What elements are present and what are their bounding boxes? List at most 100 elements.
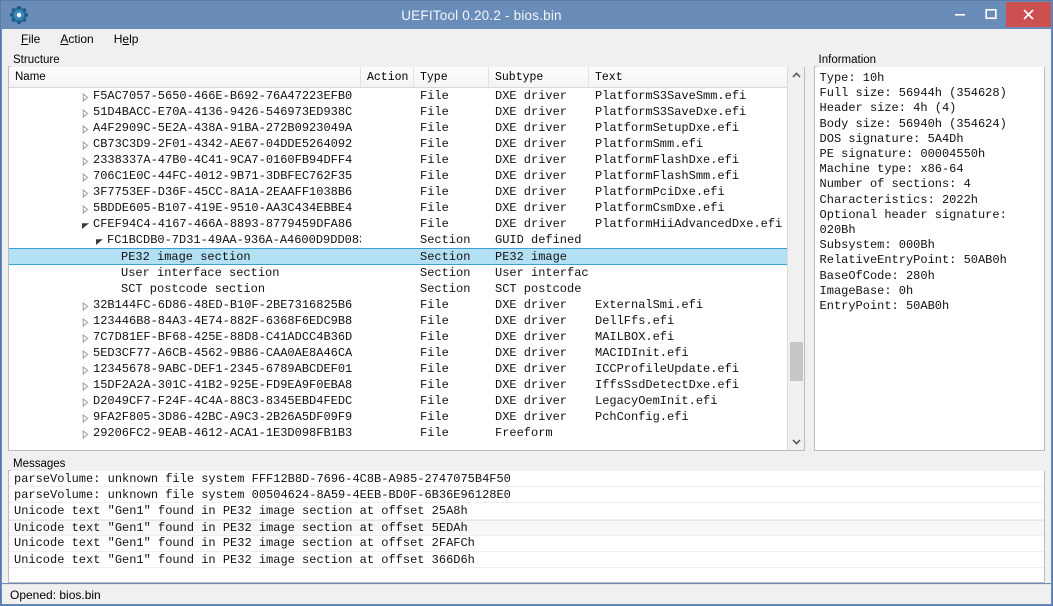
expand-toggle[interactable] <box>81 349 90 360</box>
table-row[interactable]: 29206FC2-9EAB-4612-ACA1-1E3D098FB1B3 File… <box>9 425 804 441</box>
tree-item-text: ICCProfileUpdate.efi <box>595 362 740 376</box>
tree-item-subtype: DXE driver <box>495 105 568 119</box>
tree-item-subtype: DXE driver <box>495 137 568 151</box>
chevron-down-icon <box>791 439 801 445</box>
table-row[interactable]: FC1BCDB0-7D31-49AA-936A-A4600D9DD083 Sect… <box>9 232 804 248</box>
expand-toggle[interactable] <box>81 140 90 151</box>
tree-item-name: 9FA2F805-3D86-42BC-A9C3-2B26A5DF09F9 <box>9 410 361 424</box>
close-icon <box>1023 9 1034 20</box>
table-row[interactable]: User interface section Section User interf… <box>9 265 804 281</box>
table-row[interactable]: D2049CF7-F24F-4C4A-88C3-8345EBD4FEDC File… <box>9 393 804 409</box>
collapse-toggle[interactable] <box>81 220 90 229</box>
expand-toggle[interactable] <box>81 92 90 103</box>
tree-item-name: 5ED3CF77-A6CB-4562-9B86-CAA0AE8A46CA <box>9 346 361 360</box>
tree-item-type: File <box>420 378 449 392</box>
tree-row-container[interactable]: F5AC7057-5650-466E-B692-76A47223EFB0 File… <box>9 88 804 450</box>
expand-arrow-icon <box>82 124 89 135</box>
menu-action[interactable]: Action <box>51 30 102 48</box>
message-row[interactable]: parseVolume: unknown file system FFF12B8… <box>9 471 1044 488</box>
tree-item-type: File <box>420 217 449 231</box>
tree-scrollbar-thumb[interactable] <box>789 342 803 381</box>
tree-header-subtype[interactable]: Subtype <box>489 67 589 87</box>
tree-item-subtype: Freeform <box>495 426 553 440</box>
table-row[interactable]: F5AC7057-5650-466E-B692-76A47223EFB0 File… <box>9 88 804 104</box>
expand-arrow-icon <box>82 349 89 360</box>
table-row[interactable]: 15DF2A2A-301C-41B2-925E-FD9EA9F0EBA8 File… <box>9 377 804 393</box>
table-row[interactable]: 5BDDE605-B107-419E-9510-AA3C434EBBE4 File… <box>9 200 804 216</box>
menu-file[interactable]: File <box>12 30 49 48</box>
message-row[interactable]: Unicode text "Gen1" found in PE32 image … <box>9 552 1044 569</box>
table-row[interactable]: 51D4BACC-E70A-4136-9426-546973ED938C File… <box>9 104 804 120</box>
tree-header-action[interactable]: Action <box>361 67 414 87</box>
structure-tree[interactable]: Name Action Type Subtype Text F5AC7057-5650-… <box>8 66 805 451</box>
table-row[interactable]: 7C7D81EF-BF68-425E-88D8-C41ADCC4B36D File… <box>9 329 804 345</box>
expand-toggle[interactable] <box>81 333 90 344</box>
expand-toggle[interactable] <box>81 429 90 440</box>
maximize-button[interactable] <box>975 1 1006 27</box>
expand-toggle[interactable] <box>81 317 90 328</box>
menu-help[interactable]: Help <box>105 30 148 48</box>
messages-list[interactable]: parseVolume: unknown file system FFF12B8… <box>8 470 1045 583</box>
expand-toggle[interactable] <box>81 108 90 119</box>
table-row[interactable]: 12345678-9ABC-DEF1-2345-6789ABCDEF01 File… <box>9 361 804 377</box>
expand-toggle[interactable] <box>81 172 90 183</box>
information-body: Type: 10h Full size: 56944h (354628) Hea… <box>813 66 1045 451</box>
expand-toggle[interactable] <box>81 204 90 215</box>
tree-item-type: File <box>420 185 449 199</box>
expand-arrow-icon <box>82 301 89 312</box>
close-button[interactable] <box>1006 2 1051 27</box>
expand-arrow-icon <box>82 365 89 376</box>
application-window: UEFITool 0.20.2 - bios.bin File Action H… <box>0 0 1053 606</box>
expand-toggle[interactable] <box>81 381 90 392</box>
message-row[interactable]: Unicode text "Gen1" found in PE32 image … <box>9 536 1044 552</box>
tree-item-type: File <box>420 346 449 360</box>
tree-header-text[interactable]: Text <box>589 67 799 87</box>
client-area: Structure Name Action Type Subtype Text F5AC… <box>2 49 1051 583</box>
tree-item-text: IffsSsdDetectDxe.efi <box>595 378 740 392</box>
collapse-toggle[interactable] <box>95 236 104 245</box>
tree-item-text: MACIDInit.efi <box>595 346 689 360</box>
menu-bar: File Action Help <box>2 29 1051 49</box>
table-row[interactable]: 2338337A-47B0-4C41-9CA7-0160FB94DFF4 File… <box>9 152 804 168</box>
maximize-icon <box>984 8 997 19</box>
tree-item-subtype: DXE driver <box>495 169 568 183</box>
table-row[interactable]: 3F7753EF-D36F-45CC-8A1A-2EAAFF1038B6 File… <box>9 184 804 200</box>
status-text: Opened: bios.bin <box>10 587 101 602</box>
expand-arrow-icon <box>82 140 89 151</box>
table-row[interactable]: CB73C3D9-2F01-4342-AE67-04DDE5264092 File… <box>9 136 804 152</box>
table-row[interactable]: SCT postcode section Section SCT postcode <box>9 281 804 297</box>
tree-vertical-scrollbar[interactable] <box>786 67 804 450</box>
tree-item-type: File <box>420 314 449 328</box>
table-row[interactable]: 123446B8-84A3-4E74-882F-6368F6EDC9B8 File… <box>9 313 804 329</box>
expand-toggle[interactable] <box>81 413 90 424</box>
tree-item-type: Section <box>420 266 471 280</box>
expand-toggle[interactable] <box>81 301 90 312</box>
tree-item-name: 2338337A-47B0-4C41-9CA7-0160FB94DFF4 <box>9 153 361 167</box>
expand-arrow-icon <box>82 333 89 344</box>
table-row[interactable]: PE32 image section Section PE32 image <box>9 248 804 265</box>
message-row[interactable]: Unicode text "Gen1" found in PE32 image … <box>9 503 1044 520</box>
scroll-up-button[interactable] <box>787 67 804 84</box>
tree-header-name[interactable]: Name <box>9 67 361 87</box>
expand-toggle[interactable] <box>81 397 90 408</box>
upper-panels: Structure Name Action Type Subtype Text F5AC… <box>8 53 1045 451</box>
minimize-button[interactable] <box>944 1 975 27</box>
message-row[interactable]: Unicode text "Gen1" found in PE32 image … <box>9 519 1044 536</box>
expand-toggle[interactable] <box>81 365 90 376</box>
expand-toggle[interactable] <box>81 188 90 199</box>
table-row[interactable]: 5ED3CF77-A6CB-4562-9B86-CAA0AE8A46CA File… <box>9 345 804 361</box>
table-row[interactable]: A4F2909C-5E2A-438A-91BA-272B0923049A File… <box>9 120 804 136</box>
expand-toggle[interactable] <box>81 124 90 135</box>
table-row[interactable]: 706C1E0C-44FC-4012-9B71-3DBFEC762F35 File… <box>9 168 804 184</box>
expand-arrow-icon <box>82 317 89 328</box>
tree-item-text: PlatformSetupDxe.efi <box>595 121 740 135</box>
scroll-down-button[interactable] <box>787 433 804 450</box>
tree-column-headers: Name Action Type Subtype Text <box>9 67 804 88</box>
table-row[interactable]: 9FA2F805-3D86-42BC-A9C3-2B26A5DF09F9 File… <box>9 409 804 425</box>
table-row[interactable]: CFEF94C4-4167-466A-8893-8779459DFA86 File… <box>9 216 804 232</box>
table-row[interactable]: 32B144FC-6D86-48ED-B10F-2BE7316825B6 File… <box>9 297 804 313</box>
expand-toggle[interactable] <box>81 156 90 167</box>
tree-header-type[interactable]: Type <box>414 67 489 87</box>
tree-item-name: 3F7753EF-D36F-45CC-8A1A-2EAAFF1038B6 <box>9 185 361 199</box>
message-row[interactable]: parseVolume: unknown file system 0050462… <box>9 487 1044 504</box>
